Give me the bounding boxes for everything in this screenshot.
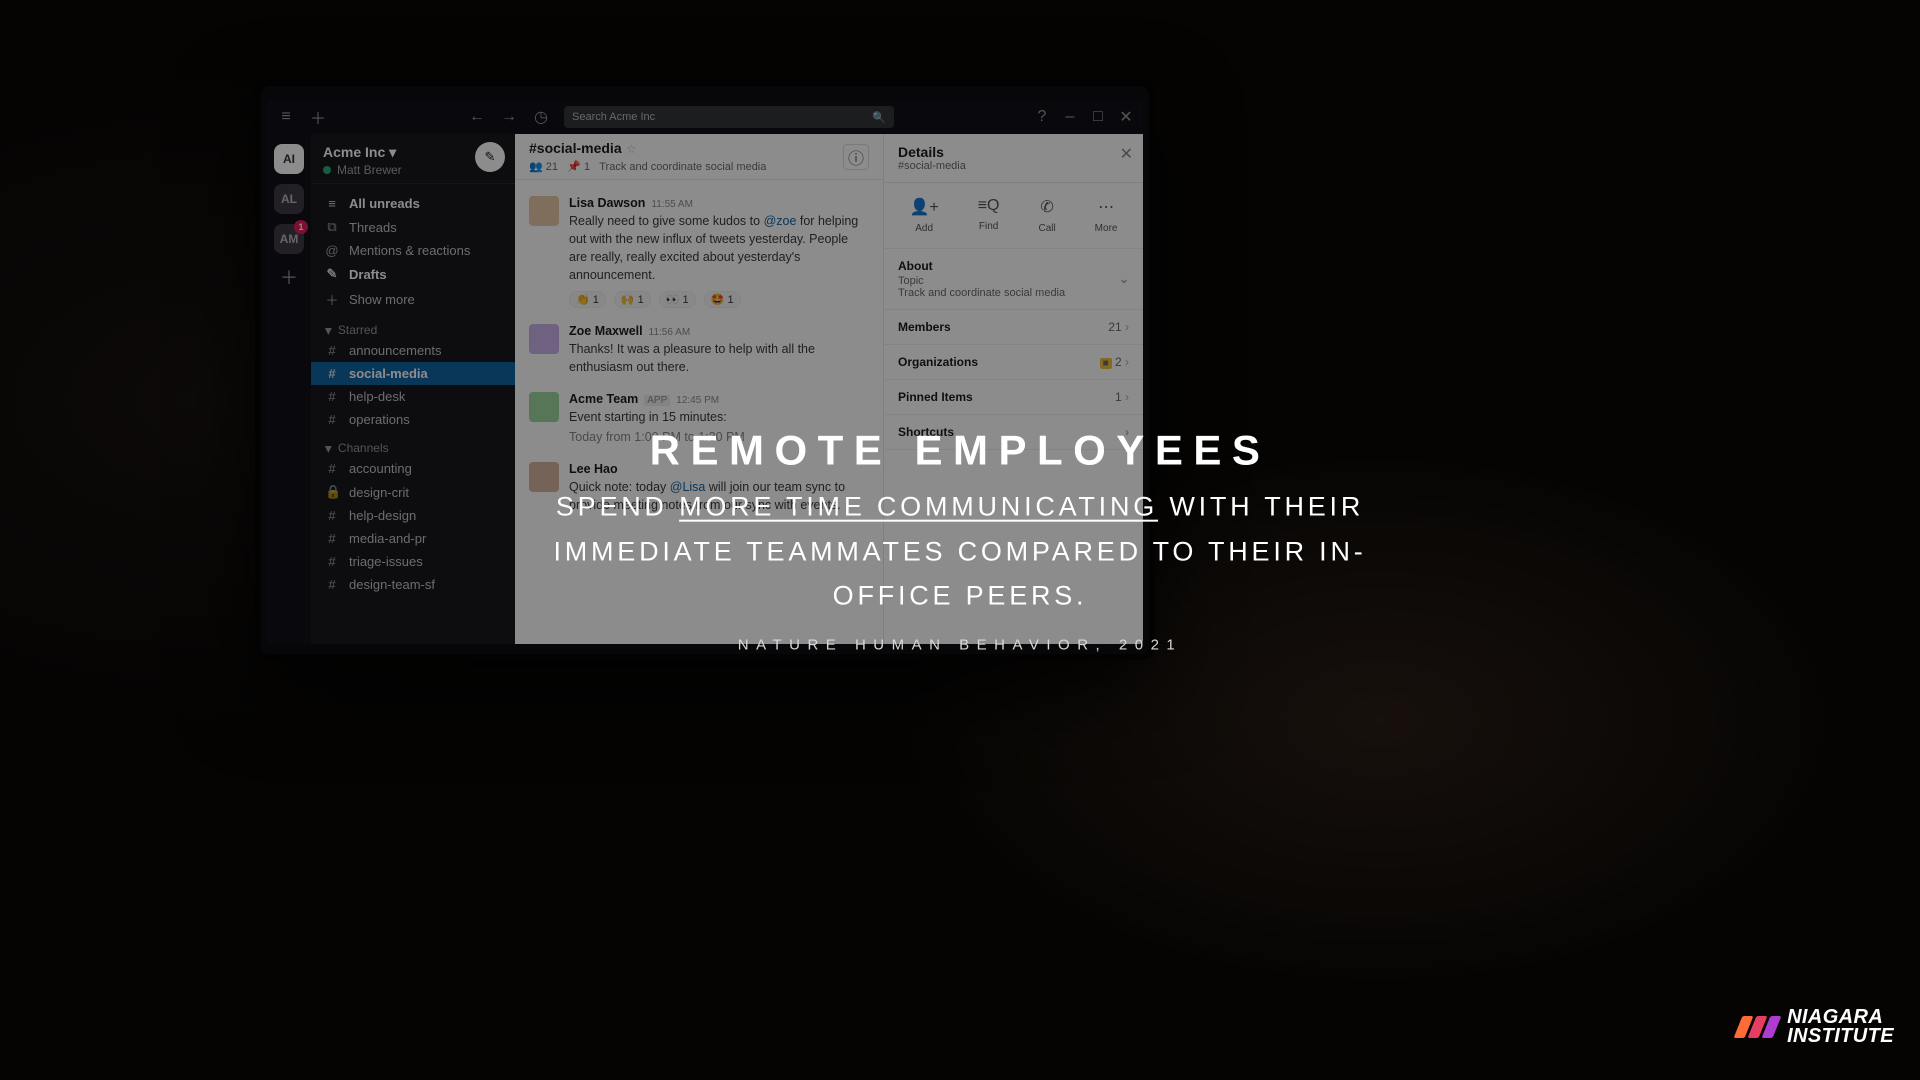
headline-overlay: REMOTE EMPLOYEES SPEND MORE TIME COMMUNI…	[96, 427, 1824, 654]
headline-title: REMOTE EMPLOYEES	[96, 427, 1824, 475]
headline-body: SPEND MORE TIME COMMUNICATING WITH THEIR…	[510, 485, 1410, 619]
brand-logo: NIAGARAINSTITUTE	[1738, 1008, 1894, 1046]
logo-text: NIAGARAINSTITUTE	[1787, 1008, 1894, 1046]
headline-source: NATURE HUMAN BEHAVIOR, 2021	[96, 636, 1824, 653]
headline-underline: MORE TIME COMMUNICATING	[679, 492, 1158, 522]
logo-stripes-icon	[1738, 1016, 1777, 1038]
